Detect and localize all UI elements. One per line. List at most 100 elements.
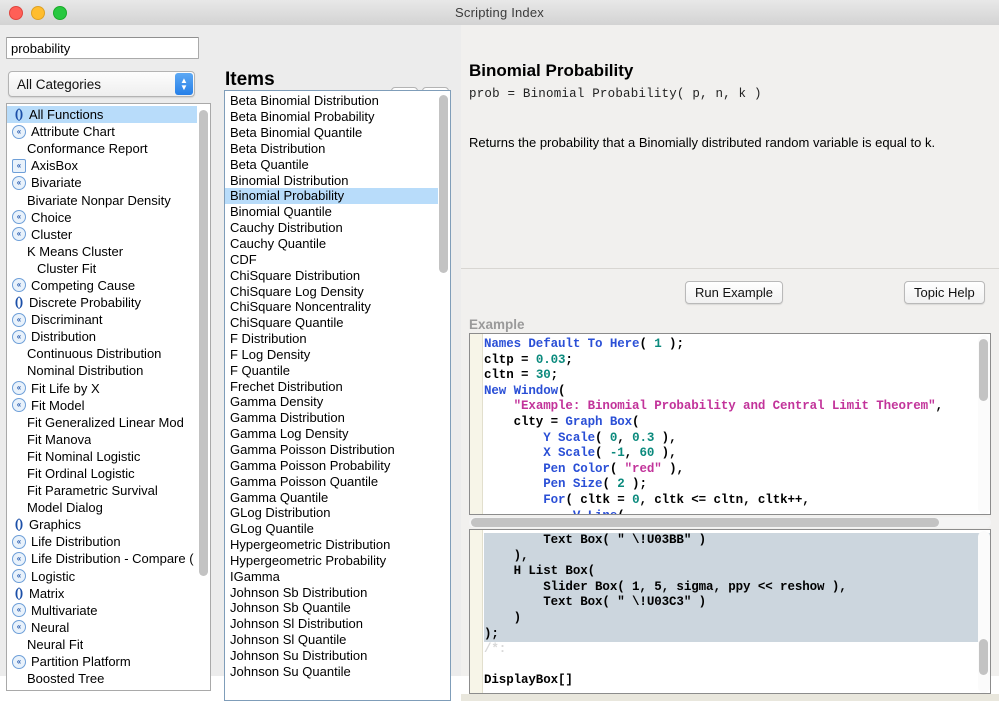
minimize-button[interactable] — [31, 6, 45, 20]
list-item[interactable]: Beta Binomial Probability — [225, 109, 438, 125]
tree-scrollbar[interactable] — [198, 105, 210, 690]
items-scrollbar[interactable] — [438, 92, 450, 700]
code-top-scrollbar[interactable] — [978, 335, 990, 514]
example-code-editor-continued[interactable]: Text Box( " \!U03BB" ) ), H List Box( Sl… — [469, 529, 991, 694]
list-item[interactable]: Gamma Poisson Probability — [225, 457, 438, 473]
tree-item-label: Boosted Tree — [27, 671, 105, 687]
tree-item[interactable]: () Matrix — [7, 585, 197, 602]
list-item[interactable]: ChiSquare Quantile — [225, 315, 438, 331]
list-item[interactable]: Binomial Distribution — [225, 172, 438, 188]
list-item[interactable]: Gamma Density — [225, 394, 438, 410]
code-horizontal-scrollbar[interactable] — [469, 517, 991, 528]
list-item[interactable]: Beta Binomial Quantile — [225, 125, 438, 141]
tree-item[interactable]: « Life Distribution — [7, 533, 197, 550]
example-code-editor[interactable]: Names Default To Here( 1 ); cltp = 0.03; c… — [469, 333, 991, 515]
tree-item[interactable]: Cluster Fit — [7, 260, 197, 277]
list-item[interactable]: Cauchy Distribution — [225, 220, 438, 236]
tree-item[interactable]: Conformance Report — [7, 140, 197, 157]
run-example-button[interactable]: Run Example — [685, 281, 784, 304]
list-item[interactable]: Gamma Quantile — [225, 489, 438, 505]
tree-item[interactable]: « Fit Life by X — [7, 380, 197, 397]
tree-item[interactable]: Fit Parametric Survival — [7, 482, 197, 499]
tree-item[interactable]: Fit Nominal Logistic — [7, 448, 197, 465]
tree-item[interactable]: Boosted Tree — [7, 670, 197, 687]
list-item[interactable]: Hypergeometric Probability — [225, 552, 438, 568]
tree-item-label: Fit Parametric Survival — [27, 483, 158, 499]
list-item[interactable]: Frechet Distribution — [225, 378, 438, 394]
tree-item[interactable]: « Logistic — [7, 568, 197, 585]
tree-item-label: Logistic — [31, 568, 76, 584]
code-line: Y Scale( 0, 0.3 ), — [543, 430, 677, 445]
code-line: ); — [484, 626, 990, 643]
code-line: X Scale( -1, 60 ), — [543, 446, 677, 461]
topic-help-button[interactable]: Topic Help — [904, 281, 985, 304]
tree-item-label: AxisBox — [31, 158, 78, 174]
code-gutter-bottom — [470, 530, 483, 693]
close-button[interactable] — [9, 6, 23, 20]
list-item[interactable]: Binomial Quantile — [225, 204, 438, 220]
list-item[interactable]: Johnson Su Distribution — [225, 648, 438, 664]
code-bottom-scrollbar[interactable] — [978, 531, 990, 693]
tree-item[interactable]: () Graphics — [7, 516, 197, 533]
tree-item[interactable]: Fit Ordinal Logistic — [7, 465, 197, 482]
code-line: New Window( — [484, 383, 566, 398]
category-dropdown[interactable]: All Categories ▲ ▼ — [8, 71, 195, 97]
tree-item[interactable]: « Competing Cause — [7, 277, 197, 294]
list-item[interactable]: F Log Density — [225, 347, 438, 363]
tree-item[interactable]: () All Functions — [7, 106, 197, 124]
tree-item[interactable]: « Bivariate — [7, 174, 197, 191]
list-item[interactable]: Gamma Log Density — [225, 426, 438, 442]
list-item[interactable]: Johnson Sl Distribution — [225, 616, 438, 632]
tree-item[interactable]: « Choice — [7, 209, 197, 226]
tree-item[interactable]: « Neural — [7, 619, 197, 636]
list-item[interactable]: IGamma — [225, 568, 438, 584]
list-item[interactable]: Beta Quantile — [225, 156, 438, 172]
list-item[interactable]: Johnson Sb Distribution — [225, 584, 438, 600]
list-item[interactable]: Gamma Poisson Distribution — [225, 442, 438, 458]
list-item[interactable]: F Quantile — [225, 362, 438, 378]
list-item[interactable]: ChiSquare Noncentrality — [225, 299, 438, 315]
list-item[interactable]: Beta Binomial Distribution — [225, 93, 438, 109]
tree-item[interactable]: « Discriminant — [7, 311, 197, 328]
list-item[interactable]: Johnson Su Quantile — [225, 663, 438, 679]
list-item[interactable]: Gamma Distribution — [225, 410, 438, 426]
tree-item[interactable]: Bivariate Nonpar Density — [7, 191, 197, 208]
tree-item[interactable]: Model Dialog — [7, 499, 197, 516]
list-item[interactable]: Beta Distribution — [225, 141, 438, 157]
tree-item[interactable]: « Partition Platform — [7, 653, 197, 670]
search-input[interactable] — [6, 37, 199, 59]
category-tree[interactable]: () All Functions «Attribute Chart Conforman… — [6, 103, 211, 691]
function-description: Returns the probability that a Binomiall… — [469, 135, 936, 150]
tree-item[interactable]: () Discrete Probability — [7, 294, 197, 311]
list-item[interactable]: CDF — [225, 251, 438, 267]
tree-item[interactable]: « Multivariate — [7, 602, 197, 619]
tree-item[interactable]: Fit Manova — [7, 431, 197, 448]
list-item[interactable]: ChiSquare Log Density — [225, 283, 438, 299]
tree-item-label: Fit Life by X — [31, 380, 100, 396]
list-item[interactable]: Gamma Poisson Quantile — [225, 473, 438, 489]
tree-item[interactable]: Nominal Distribution — [7, 362, 197, 379]
tree-item[interactable]: Continuous Distribution — [7, 345, 197, 362]
circle-chevrons-icon: « — [12, 534, 26, 549]
tree-item[interactable]: « AxisBox — [7, 157, 197, 174]
tree-item[interactable]: « Attribute Chart — [7, 123, 197, 140]
tree-item[interactable]: « Fit Model — [7, 397, 197, 414]
list-item[interactable]: GLog Quantile — [225, 521, 438, 537]
tree-item[interactable]: « Life Distribution - Compare ( — [7, 550, 197, 567]
tree-item[interactable]: « Distribution — [7, 328, 197, 345]
maximize-button[interactable] — [53, 6, 67, 20]
list-item[interactable]: Johnson Sl Quantile — [225, 632, 438, 648]
items-list[interactable]: Beta Binomial Distribution Beta Binomial … — [224, 90, 451, 701]
tree-item[interactable]: Neural Fit — [7, 636, 197, 653]
list-item[interactable]: Hypergeometric Distribution — [225, 537, 438, 553]
tree-item[interactable]: « Cluster — [7, 226, 197, 243]
tree-item[interactable]: Fit Generalized Linear Mod — [7, 414, 197, 431]
list-item[interactable]: F Distribution — [225, 331, 438, 347]
list-item[interactable]: Johnson Sb Quantile — [225, 600, 438, 616]
circle-chevrons-icon: « — [12, 329, 26, 344]
list-item[interactable]: GLog Distribution — [225, 505, 438, 521]
tree-item[interactable]: K Means Cluster — [7, 243, 197, 260]
list-item[interactable]: Cauchy Quantile — [225, 236, 438, 252]
list-item[interactable]: ChiSquare Distribution — [225, 267, 438, 283]
list-item[interactable]: Binomial Probability — [225, 188, 438, 204]
